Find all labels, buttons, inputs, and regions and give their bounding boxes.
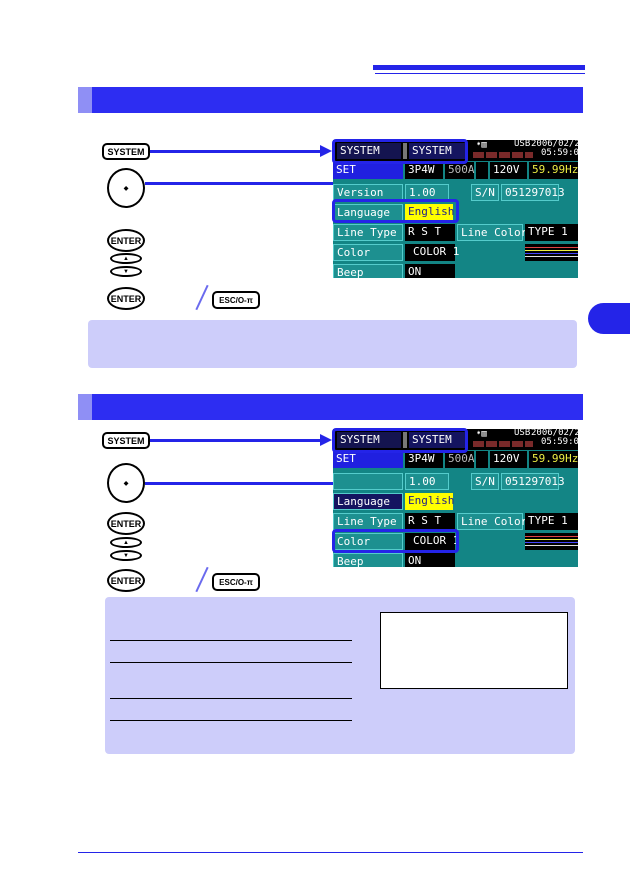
language-value[interactable]: English: [405, 493, 454, 510]
divider: [110, 662, 352, 663]
line-color-swatch: [525, 244, 578, 261]
enter-key[interactable]: ENTER: [107, 229, 145, 252]
section-header-language: [78, 87, 583, 113]
top-rule-thin: [375, 73, 585, 74]
cursor-keys[interactable]: ◆: [107, 168, 145, 208]
esc-key[interactable]: ESC/O-π: [212, 291, 260, 309]
version-label: Version: [333, 473, 403, 490]
up-key[interactable]: ▲: [110, 253, 142, 264]
line-type-label: Line Type: [333, 224, 403, 241]
line-color-label: Line Color: [457, 513, 527, 530]
color-label: Color: [333, 244, 403, 261]
divider: [110, 720, 352, 721]
sn-label: S/N: [471, 184, 499, 201]
up-key[interactable]: ▲: [110, 537, 142, 548]
blank: [476, 162, 488, 179]
language-label[interactable]: Language: [333, 493, 403, 510]
line-type-value[interactable]: R S T: [405, 513, 455, 530]
line-type-label: Line Type: [333, 513, 403, 530]
enter-key[interactable]: ENTER: [107, 569, 145, 592]
highlight-color-row: [332, 529, 459, 553]
line-color-value[interactable]: TYPE 1: [525, 224, 578, 241]
line-type-value[interactable]: R S T: [405, 224, 455, 241]
cursor-keys[interactable]: ◆: [107, 463, 145, 503]
enter-key[interactable]: ENTER: [107, 512, 145, 535]
beep-label: Beep: [333, 553, 403, 567]
current-range: 500A: [445, 451, 475, 468]
time: 05:59:07: [541, 148, 578, 158]
line-color-swatch: [525, 533, 578, 550]
beep-value[interactable]: ON: [405, 553, 455, 567]
highlight-system-tabs: [332, 139, 468, 164]
section-header-color: [78, 394, 583, 420]
beep-label: Beep: [333, 264, 403, 278]
highlight-language-row: [332, 199, 459, 223]
beep-value[interactable]: ON: [405, 264, 455, 278]
arrow-head: [320, 145, 332, 157]
version-value: 1.00: [405, 473, 449, 490]
divider: [110, 640, 352, 641]
line-color-label: Line Color: [457, 224, 527, 241]
bottom-rule: [78, 852, 583, 853]
arrow-head: [320, 434, 332, 446]
enter-key[interactable]: ENTER: [107, 287, 145, 310]
separator-slash: [195, 566, 209, 593]
system-key[interactable]: SYSTEM: [102, 432, 150, 449]
image-frame: [380, 612, 568, 689]
down-key[interactable]: ▼: [110, 550, 142, 561]
esc-key[interactable]: ESC/O-π: [212, 573, 260, 591]
down-key[interactable]: ▼: [110, 266, 142, 277]
system-key[interactable]: SYSTEM: [102, 143, 150, 160]
wiring: 3P4W: [405, 162, 443, 179]
frequency: 59.99Hz: [529, 162, 578, 179]
arrow-line: [150, 150, 322, 153]
color-value[interactable]: COLOR 1: [405, 244, 459, 261]
wiring: 3P4W: [405, 451, 443, 468]
top-rule-thick: [373, 65, 585, 70]
set-tab[interactable]: SET: [333, 451, 403, 468]
current-range: 500A: [445, 162, 475, 179]
note-box: [88, 320, 577, 368]
level-bars: [473, 441, 533, 447]
voltage: 120V: [490, 162, 527, 179]
time: 05:59:07: [541, 437, 578, 447]
voltage: 120V: [490, 451, 527, 468]
frequency: 59.99Hz: [529, 451, 578, 468]
sn-label: S/N: [471, 473, 499, 490]
chapter-tab: [588, 303, 630, 334]
sn-value: 051297013: [501, 473, 565, 490]
level-bars: [473, 152, 533, 158]
separator-slash: [195, 284, 209, 311]
highlight-system-tabs: [332, 428, 468, 453]
arrow-line: [150, 439, 322, 442]
note-box: [105, 597, 575, 754]
divider: [110, 698, 352, 699]
line-color-value[interactable]: TYPE 1: [525, 513, 578, 530]
set-tab[interactable]: SET: [333, 162, 403, 179]
blank: [476, 451, 488, 468]
sn-value: 051297013: [501, 184, 565, 201]
